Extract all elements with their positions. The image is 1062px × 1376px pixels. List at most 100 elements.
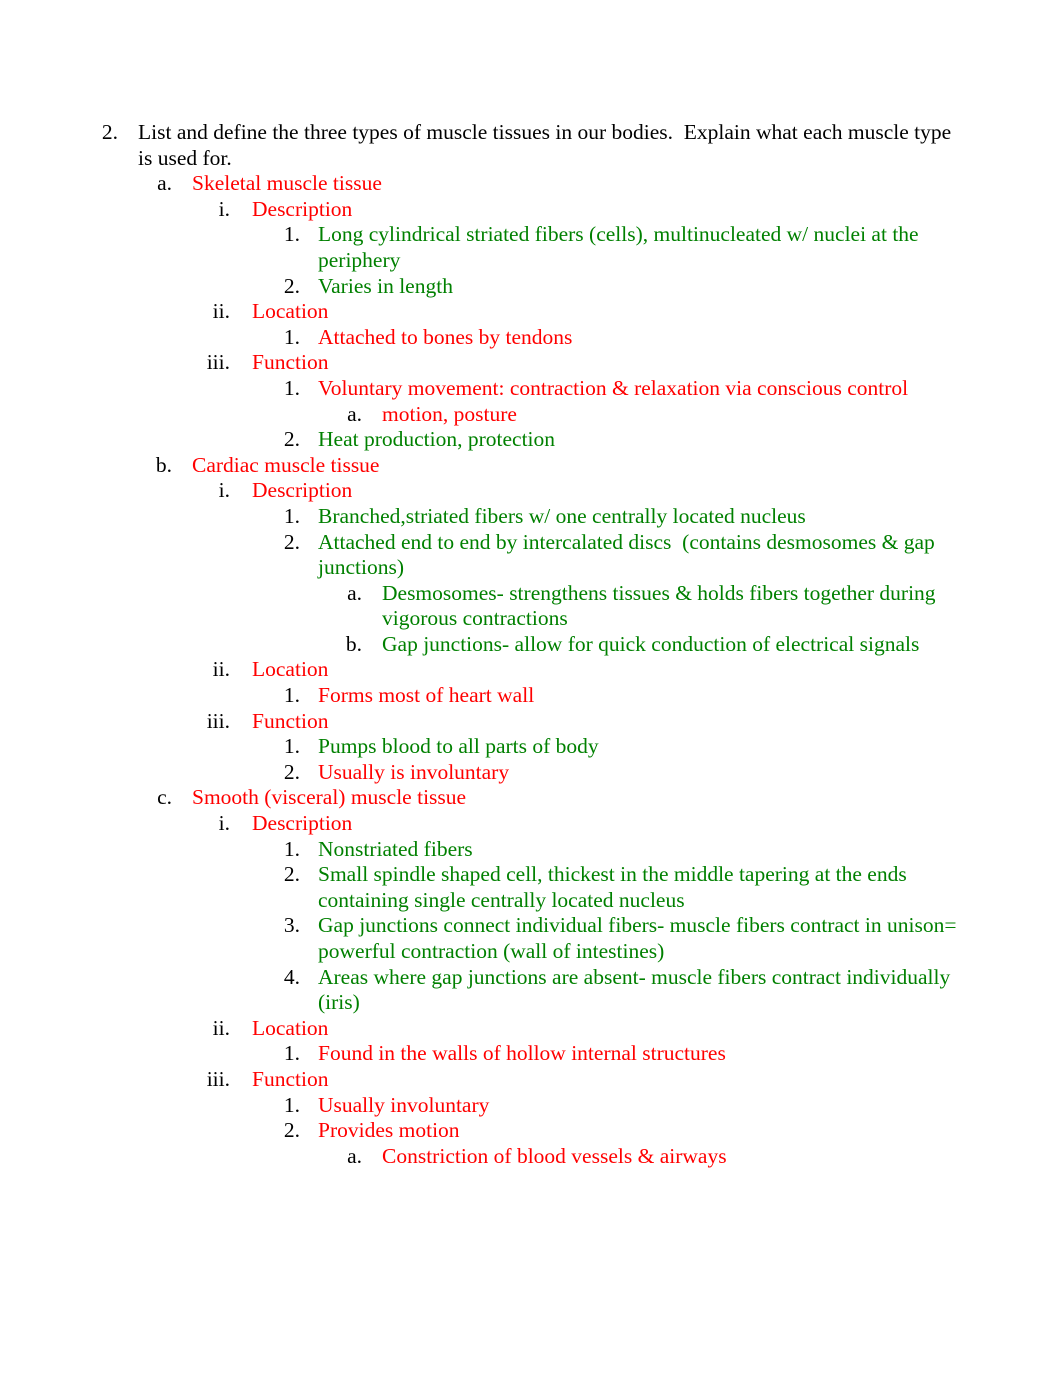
outline-text: Forms most of heart wall — [318, 683, 535, 708]
outline-marker: i. — [218, 196, 230, 221]
outline-row: 1. Branched,striated fibers w/ one centra… — [96, 504, 966, 530]
outline-marker: 2. — [101, 120, 118, 144]
outline-marker: 2. — [283, 862, 300, 887]
outline-row: 2. Usually is involuntary — [96, 760, 966, 786]
outline-text: Description — [252, 811, 353, 836]
outline-marker: b. — [155, 452, 172, 477]
outline-item: 1. Branched,striated fibers w/ one centra… — [96, 504, 966, 530]
outline-marker: 1. — [283, 222, 300, 247]
outline-marker: 2. — [283, 1118, 300, 1143]
outline-marker: a. — [347, 1143, 362, 1168]
outline-row: iii. Function — [96, 350, 966, 376]
outline-text: Usually involuntary — [318, 1092, 490, 1117]
outline-marker: iii. — [206, 708, 230, 733]
outline-marker: 2. — [283, 273, 300, 298]
outline-text: Desmosomes- strengthens tissues & holds … — [382, 580, 941, 631]
outline-text: Attached end to end by intercalated disc… — [318, 529, 941, 580]
outline-row: a. Constriction of blood vessels & airway… — [96, 1144, 966, 1170]
outline-item: a. Constriction of blood vessels & airway… — [96, 1144, 966, 1170]
outline-item: ii. Location — [96, 657, 966, 683]
outline-row: 2. List and define the three types of mus… — [96, 120, 966, 171]
outline-item: c. Smooth (visceral) muscle tissue — [96, 785, 966, 811]
outline-row: 2. Small spindle shaped cell, thickest in… — [96, 862, 966, 913]
outline-item: 1. Nonstriated fibers — [96, 837, 966, 863]
outline-text: Pumps blood to all parts of body — [318, 734, 599, 759]
outline-item: 2. Varies in length — [96, 274, 966, 300]
outline-row: ii. Location — [96, 657, 966, 683]
outline-marker: i. — [218, 811, 230, 836]
outline-text: Gap junctions connect individual fibers-… — [318, 913, 962, 963]
outline-row: 1. Usually involuntary — [96, 1093, 966, 1119]
outline-text: Function — [252, 1066, 329, 1091]
outline-item: 1. Found in the walls of hollow internal … — [96, 1041, 966, 1067]
outline-row: 3. Gap junctions connect individual fiber… — [96, 913, 966, 964]
outline-text: Function — [252, 350, 329, 375]
outline-row: ii. Location — [96, 1016, 966, 1042]
outline-marker: 1. — [283, 836, 300, 861]
outline-text: Description — [252, 478, 353, 503]
outline-row: 1. Pumps blood to all parts of body — [96, 734, 966, 760]
outline-marker: a. — [347, 580, 362, 605]
outline-row: a. motion, posture — [96, 402, 966, 428]
outline-row: 1. Found in the walls of hollow internal … — [96, 1041, 966, 1067]
outline-row: 2. Provides motion — [96, 1118, 966, 1144]
outline-text: Heat production, protection — [318, 427, 556, 452]
outline-text: Constriction of blood vessels & airways — [382, 1143, 727, 1168]
outline-marker: 1. — [283, 324, 300, 349]
outline-marker: 1. — [283, 375, 300, 400]
outline-row: 2. Heat production, protection — [96, 427, 966, 453]
outline-item: iii. Function — [96, 350, 966, 376]
outline-marker: 2. — [283, 529, 300, 554]
outline-text: Attached to bones by tendons — [318, 324, 573, 349]
outline-marker: 1. — [283, 503, 300, 528]
outline-item: b. Cardiac muscle tissue — [96, 453, 966, 479]
outline-item: iii. Function — [96, 709, 966, 735]
outline-row: c. Smooth (visceral) muscle tissue — [96, 785, 966, 811]
outline-item: ii. Location — [96, 299, 966, 325]
document-page: 2. List and define the three types of mus… — [0, 0, 1062, 1376]
outline-item: 2. Attached end to end by intercalated di… — [96, 530, 966, 581]
outline-item: a. motion, posture — [96, 402, 966, 428]
outline-item: b. Gap junctions- allow for quick conduct… — [96, 632, 966, 658]
outline-marker: 1. — [283, 1041, 300, 1066]
outline-marker: iii. — [206, 350, 230, 375]
outline-row: a. Desmosomes- strengthens tissues & hold… — [96, 581, 966, 632]
outline-text: Cardiac muscle tissue — [192, 452, 380, 477]
outline-text: Smooth (visceral) muscle tissue — [192, 785, 467, 810]
outline-text: Location — [252, 299, 329, 324]
outline-item: 1. Voluntary movement: contraction & rela… — [96, 376, 966, 402]
outline-marker: 2. — [283, 427, 300, 452]
outline-text: Location — [252, 1015, 329, 1040]
outline-list: 2. List and define the three types of mus… — [96, 120, 966, 1169]
outline-marker: 3. — [283, 913, 300, 938]
outline-item: 2. Usually is involuntary — [96, 760, 966, 786]
outline-item: ii. Location — [96, 1016, 966, 1042]
outline-row: 1. Attached to bones by tendons — [96, 325, 966, 351]
outline-row: i. Description — [96, 811, 966, 837]
outline-item: iii. Function — [96, 1067, 966, 1093]
outline-item: a. Desmosomes- strengthens tissues & hold… — [96, 581, 966, 632]
outline-text: Long cylindrical striated fibers (cells)… — [318, 222, 924, 272]
outline-marker: ii. — [212, 1015, 230, 1040]
outline-text: Skeletal muscle tissue — [192, 171, 382, 196]
outline-marker: 4. — [283, 964, 300, 989]
outline-row: i. Description — [96, 197, 966, 223]
outline-marker: 2. — [283, 759, 300, 784]
outline-marker: iii. — [206, 1066, 230, 1091]
outline-row: b. Gap junctions- allow for quick conduct… — [96, 632, 966, 658]
outline-marker: 1. — [283, 734, 300, 759]
outline-marker: c. — [157, 785, 172, 810]
outline-text: List and define the three types of muscl… — [138, 120, 957, 170]
outline-marker: a. — [157, 171, 172, 196]
outline-marker: 1. — [283, 1092, 300, 1117]
outline-text: Areas where gap junctions are absent- mu… — [318, 964, 961, 1015]
outline-row: ii. Location — [96, 299, 966, 325]
outline-item: 1. Usually involuntary — [96, 1093, 966, 1119]
outline-item: 3. Gap junctions connect individual fiber… — [96, 913, 966, 964]
outline-text: Function — [252, 708, 329, 733]
outline-item: 1. Forms most of heart wall — [96, 683, 966, 709]
outline-text: Voluntary movement: contraction & relaxa… — [318, 375, 909, 400]
outline-row: 2. Varies in length — [96, 274, 966, 300]
outline-marker: i. — [218, 478, 230, 503]
outline-row: i. Description — [96, 478, 966, 504]
